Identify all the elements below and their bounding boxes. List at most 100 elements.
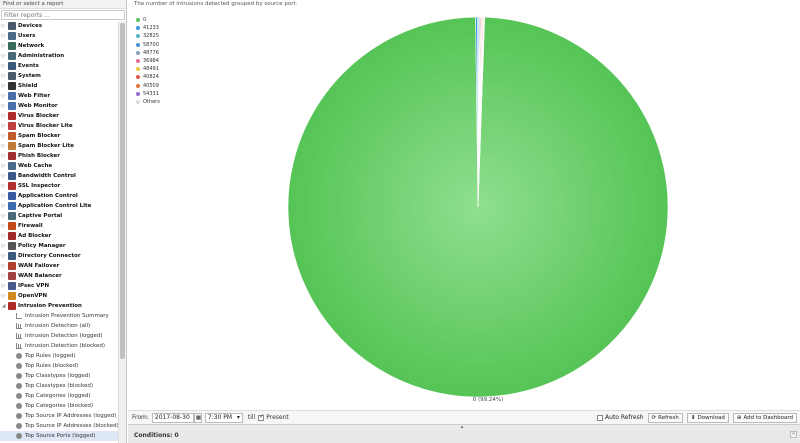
tree-category[interactable]: ▷ Policy Manager <box>0 241 118 251</box>
tree-category[interactable]: ▷ Web Filter <box>0 91 118 101</box>
chevron-right-icon[interactable]: ▷ <box>0 211 7 221</box>
chevron-right-icon[interactable]: ▷ <box>0 21 7 31</box>
tree-category[interactable]: ▷ System <box>0 71 118 81</box>
chevron-down-icon[interactable]: ◢ <box>0 301 7 311</box>
chevron-right-icon[interactable]: ▷ <box>0 141 7 151</box>
tree-category[interactable]: ▷ Web Monitor <box>0 101 118 111</box>
legend-item[interactable]: 54331 <box>136 90 160 98</box>
tree-category[interactable]: ▷ Bandwidth Control <box>0 171 118 181</box>
legend-item[interactable]: 0 <box>136 16 160 24</box>
tree-report-item[interactable]: Top Rules (blocked) <box>0 361 118 371</box>
chevron-right-icon[interactable]: ▷ <box>0 231 7 241</box>
panel-resize-handle[interactable]: ▴ <box>450 425 474 430</box>
chevron-right-icon[interactable]: ▷ <box>0 121 7 131</box>
chevron-right-icon[interactable]: ▷ <box>0 181 7 191</box>
scrollbar-thumb[interactable] <box>120 23 125 359</box>
chevron-right-icon[interactable]: ▷ <box>0 291 7 301</box>
tree-category[interactable]: ▷ WAN Failover <box>0 261 118 271</box>
tree-category[interactable]: ▷ Shield <box>0 81 118 91</box>
chevron-right-icon[interactable]: ▷ <box>0 111 7 121</box>
chevron-right-icon[interactable]: ▷ <box>0 171 7 181</box>
tree-report-item[interactable]: Intrusion Detection (logged) <box>0 331 118 341</box>
legend-item[interactable]: 58700 <box>136 41 160 49</box>
calendar-icon[interactable]: ▦ <box>193 412 202 423</box>
tree-report-item[interactable]: Intrusion Detection (blocked) <box>0 341 118 351</box>
app-icon <box>8 62 16 70</box>
tree-category[interactable]: ▷ Network <box>0 41 118 51</box>
tree-category[interactable]: ◢ Intrusion Prevention <box>0 301 118 311</box>
tree-report-item[interactable]: Top Classtypes (blocked) <box>0 381 118 391</box>
from-date-input[interactable]: 2017-08-30 <box>151 412 194 423</box>
tree-category[interactable]: ▷ Virus Blocker <box>0 111 118 121</box>
tree-category[interactable]: ▷ Phish Blocker <box>0 151 118 161</box>
tree-report-item[interactable]: Top Source Ports (logged) <box>0 431 118 441</box>
chevron-right-icon[interactable]: ▷ <box>0 41 7 51</box>
chevron-right-icon[interactable]: ▷ <box>0 201 7 211</box>
download-button[interactable]: ⬇ Download <box>686 412 729 423</box>
legend-label: 48491 <box>143 66 159 73</box>
expand-panel-icon[interactable]: « <box>790 431 797 438</box>
tree-report-item[interactable]: Top Classtypes (logged) <box>0 371 118 381</box>
chevron-right-icon[interactable]: ▷ <box>0 271 7 281</box>
tree-category[interactable]: ▷ Spam Blocker Lite <box>0 141 118 151</box>
chevron-right-icon[interactable]: ▷ <box>0 261 7 271</box>
chevron-right-icon[interactable]: ▷ <box>0 281 7 291</box>
chevron-right-icon[interactable]: ▷ <box>0 101 7 111</box>
tree-category[interactable]: ▷ Application Control <box>0 191 118 201</box>
legend-item[interactable]: 40509 <box>136 82 160 90</box>
chevron-right-icon[interactable]: ▷ <box>0 131 7 141</box>
tree-category[interactable]: ▷ Captive Portal <box>0 211 118 221</box>
tree-category[interactable]: ▷ WAN Balancer <box>0 271 118 281</box>
refresh-button[interactable]: ⟳ Refresh <box>647 412 683 423</box>
tree-report-item[interactable]: Top Source IP Addresses (blocked) <box>0 421 118 431</box>
tree-category[interactable]: ▷ Users <box>0 31 118 41</box>
tree-report-label: Intrusion Detection (all) <box>25 323 91 329</box>
legend-item[interactable]: 41233 <box>136 24 160 32</box>
present-checkbox[interactable] <box>258 413 264 421</box>
add-to-dashboard-button[interactable]: ⊕ Add to Dashboard <box>732 412 797 423</box>
legend-item[interactable]: 48491 <box>136 65 160 73</box>
legend-item[interactable]: 40824 <box>136 73 160 81</box>
tree-report-item[interactable]: Intrusion Detection (all) <box>0 321 118 331</box>
chevron-right-icon[interactable]: ▷ <box>0 81 7 91</box>
tree-report-item[interactable]: Top Categories (blocked) <box>0 401 118 411</box>
legend-item[interactable]: 48776 <box>136 49 160 57</box>
tree-category[interactable]: ▷ Firewall <box>0 221 118 231</box>
tree-report-item[interactable]: Top Source IP Addresses (logged) <box>0 411 118 421</box>
tree-category[interactable]: ▷ SSL Inspector <box>0 181 118 191</box>
chevron-right-icon[interactable]: ▷ <box>0 191 7 201</box>
tree-category[interactable]: ▷ Web Cache <box>0 161 118 171</box>
chevron-right-icon[interactable]: ▷ <box>0 161 7 171</box>
pie-chart-icon <box>16 393 22 399</box>
chevron-right-icon[interactable]: ▷ <box>0 151 7 161</box>
chevron-right-icon[interactable]: ▷ <box>0 241 7 251</box>
chevron-right-icon[interactable]: ▷ <box>0 91 7 101</box>
tree-category[interactable]: ▷ Ad Blocker <box>0 231 118 241</box>
chevron-right-icon[interactable]: ▷ <box>0 31 7 41</box>
tree-category[interactable]: ▷ OpenVPN <box>0 291 118 301</box>
legend-item[interactable]: 36984 <box>136 57 160 65</box>
chevron-right-icon[interactable]: ▷ <box>0 221 7 231</box>
auto-refresh-toggle[interactable]: Auto Refresh <box>597 414 644 421</box>
chevron-right-icon[interactable]: ▷ <box>0 61 7 71</box>
sidebar-scrollbar[interactable] <box>118 21 126 443</box>
tree-report-item[interactable]: Top Categories (logged) <box>0 391 118 401</box>
chevron-right-icon[interactable]: ▷ <box>0 51 7 61</box>
tree-category[interactable]: ▷ Directory Connector <box>0 251 118 261</box>
auto-refresh-checkbox[interactable] <box>597 414 604 421</box>
tree-report-item[interactable]: Intrusion Prevention Summary <box>0 311 118 321</box>
tree-category[interactable]: ▷ Events <box>0 61 118 71</box>
tree-category[interactable]: ▷ Spam Blocker <box>0 131 118 141</box>
report-filter-input[interactable] <box>1 10 125 20</box>
tree-category[interactable]: ▷ Devices <box>0 21 118 31</box>
tree-category[interactable]: ▷ Virus Blocker Lite <box>0 121 118 131</box>
tree-category[interactable]: ▷ Administration <box>0 51 118 61</box>
chevron-right-icon[interactable]: ▷ <box>0 251 7 261</box>
tree-category[interactable]: ▷ IPsec VPN <box>0 281 118 291</box>
from-time-input[interactable]: 7:30 PM ▾ <box>204 412 243 423</box>
tree-category[interactable]: ▷ Application Control Lite <box>0 201 118 211</box>
legend-item[interactable]: 32825 <box>136 32 160 40</box>
chevron-right-icon[interactable]: ▷ <box>0 71 7 81</box>
legend-item[interactable]: Others <box>136 98 160 106</box>
tree-report-item[interactable]: Top Rules (logged) <box>0 351 118 361</box>
